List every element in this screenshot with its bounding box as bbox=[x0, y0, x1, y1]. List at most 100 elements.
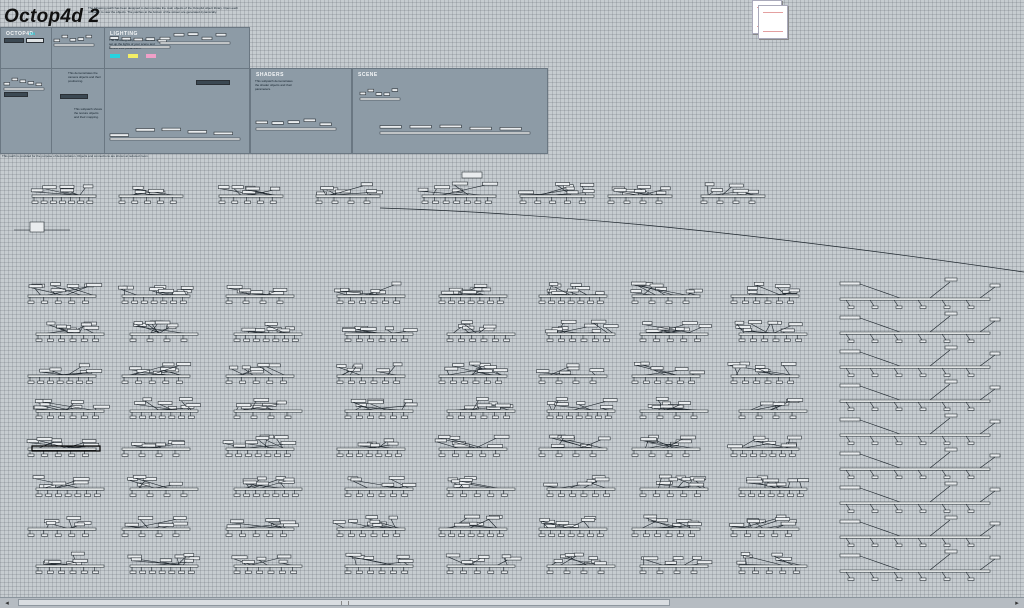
object-box bbox=[675, 368, 688, 371]
patch-canvas[interactable] bbox=[0, 0, 1024, 597]
patch-cord bbox=[894, 470, 898, 476]
outlet-box bbox=[169, 571, 175, 573]
object-box bbox=[243, 481, 256, 484]
outlet-box bbox=[539, 301, 545, 303]
outlet-box bbox=[558, 494, 564, 496]
outlet-box bbox=[273, 494, 279, 496]
object-box bbox=[566, 187, 574, 190]
object-box bbox=[840, 316, 860, 319]
object-box bbox=[125, 523, 138, 526]
object-box bbox=[840, 452, 860, 455]
outlet-box bbox=[485, 201, 491, 203]
object-box bbox=[160, 559, 171, 562]
outlet-box bbox=[944, 340, 950, 342]
scroll-right-icon[interactable]: ▸ bbox=[1012, 599, 1022, 607]
object-box bbox=[469, 362, 480, 365]
outlet-box bbox=[944, 306, 950, 308]
panel-object bbox=[110, 134, 129, 137]
object-box bbox=[172, 442, 185, 445]
outlet-box bbox=[478, 301, 484, 303]
horizontal-scrollbar[interactable]: ◂ ▸ bbox=[0, 597, 1024, 608]
object-box bbox=[133, 186, 143, 189]
patch-cord bbox=[570, 402, 605, 411]
object-box bbox=[462, 561, 473, 564]
outlet-box bbox=[47, 416, 53, 418]
bus-bar bbox=[28, 295, 96, 297]
object-box bbox=[138, 517, 153, 520]
outlet-box bbox=[277, 301, 283, 303]
object-box bbox=[388, 442, 398, 445]
object-box bbox=[389, 476, 404, 479]
object-box bbox=[638, 186, 651, 189]
outlet-box bbox=[345, 416, 351, 418]
outlet-box bbox=[93, 571, 99, 573]
object-box bbox=[781, 522, 795, 525]
outlet-box bbox=[848, 544, 854, 546]
panel-object bbox=[54, 39, 60, 42]
panel-object bbox=[146, 38, 155, 41]
outlet-box bbox=[234, 339, 240, 341]
patch-cord bbox=[966, 572, 970, 578]
patch-cord bbox=[942, 300, 946, 306]
object-box bbox=[257, 477, 266, 480]
outlet-box bbox=[717, 201, 723, 203]
outlet-box bbox=[292, 494, 298, 496]
panel-object bbox=[110, 37, 119, 40]
outlet-box bbox=[356, 454, 362, 456]
object-box bbox=[484, 366, 496, 369]
object-box bbox=[840, 282, 860, 285]
bus-bar bbox=[539, 448, 607, 450]
outlet-box bbox=[586, 416, 592, 418]
object-box bbox=[788, 436, 802, 439]
outlet-box bbox=[920, 578, 926, 580]
outlet-box bbox=[920, 544, 926, 546]
outlet-box bbox=[81, 571, 87, 573]
outlet-box bbox=[245, 454, 251, 456]
outlet-box bbox=[581, 339, 587, 341]
outlet-box bbox=[395, 454, 401, 456]
patch-cord bbox=[918, 436, 922, 442]
outlet-box bbox=[590, 454, 596, 456]
panel-object bbox=[20, 80, 26, 83]
bus-bar bbox=[234, 410, 302, 412]
outlet-box bbox=[461, 571, 467, 573]
object-box bbox=[227, 525, 241, 528]
outlet-box bbox=[896, 476, 902, 478]
outlet-box bbox=[337, 381, 343, 383]
object-box bbox=[453, 363, 464, 366]
outlet-box bbox=[780, 571, 786, 573]
panel-bus-bar bbox=[360, 98, 400, 100]
outlet-box bbox=[280, 381, 286, 383]
object-box bbox=[761, 402, 775, 405]
outlet-box bbox=[345, 571, 351, 573]
outlet-box bbox=[164, 339, 170, 341]
outlet-box bbox=[132, 201, 138, 203]
outlet-box bbox=[741, 454, 747, 456]
object-box bbox=[351, 399, 366, 402]
object-box bbox=[236, 404, 250, 407]
outlet-box bbox=[188, 571, 194, 573]
outlet-box bbox=[539, 454, 545, 456]
patch-cord bbox=[942, 504, 946, 510]
object-box bbox=[361, 183, 372, 186]
outlet-box bbox=[654, 494, 660, 496]
outlet-box bbox=[788, 494, 794, 496]
patch-cord bbox=[980, 355, 995, 366]
outlet-box bbox=[36, 494, 42, 496]
patch-cord bbox=[860, 522, 900, 536]
object-box bbox=[554, 559, 562, 562]
outlet-box bbox=[55, 301, 61, 303]
outlet-box bbox=[701, 201, 707, 203]
object-box bbox=[364, 556, 374, 559]
object-box bbox=[565, 554, 574, 557]
panel-object bbox=[122, 37, 131, 40]
object-box bbox=[337, 364, 346, 367]
scroll-thumb[interactable] bbox=[18, 599, 670, 606]
bus-bar bbox=[122, 448, 190, 450]
object-box bbox=[502, 555, 511, 558]
patch-cord bbox=[870, 436, 874, 442]
outlet-box bbox=[273, 339, 279, 341]
bus-bar bbox=[840, 502, 990, 504]
scroll-left-icon[interactable]: ◂ bbox=[2, 599, 12, 607]
outlet-box bbox=[390, 416, 396, 418]
